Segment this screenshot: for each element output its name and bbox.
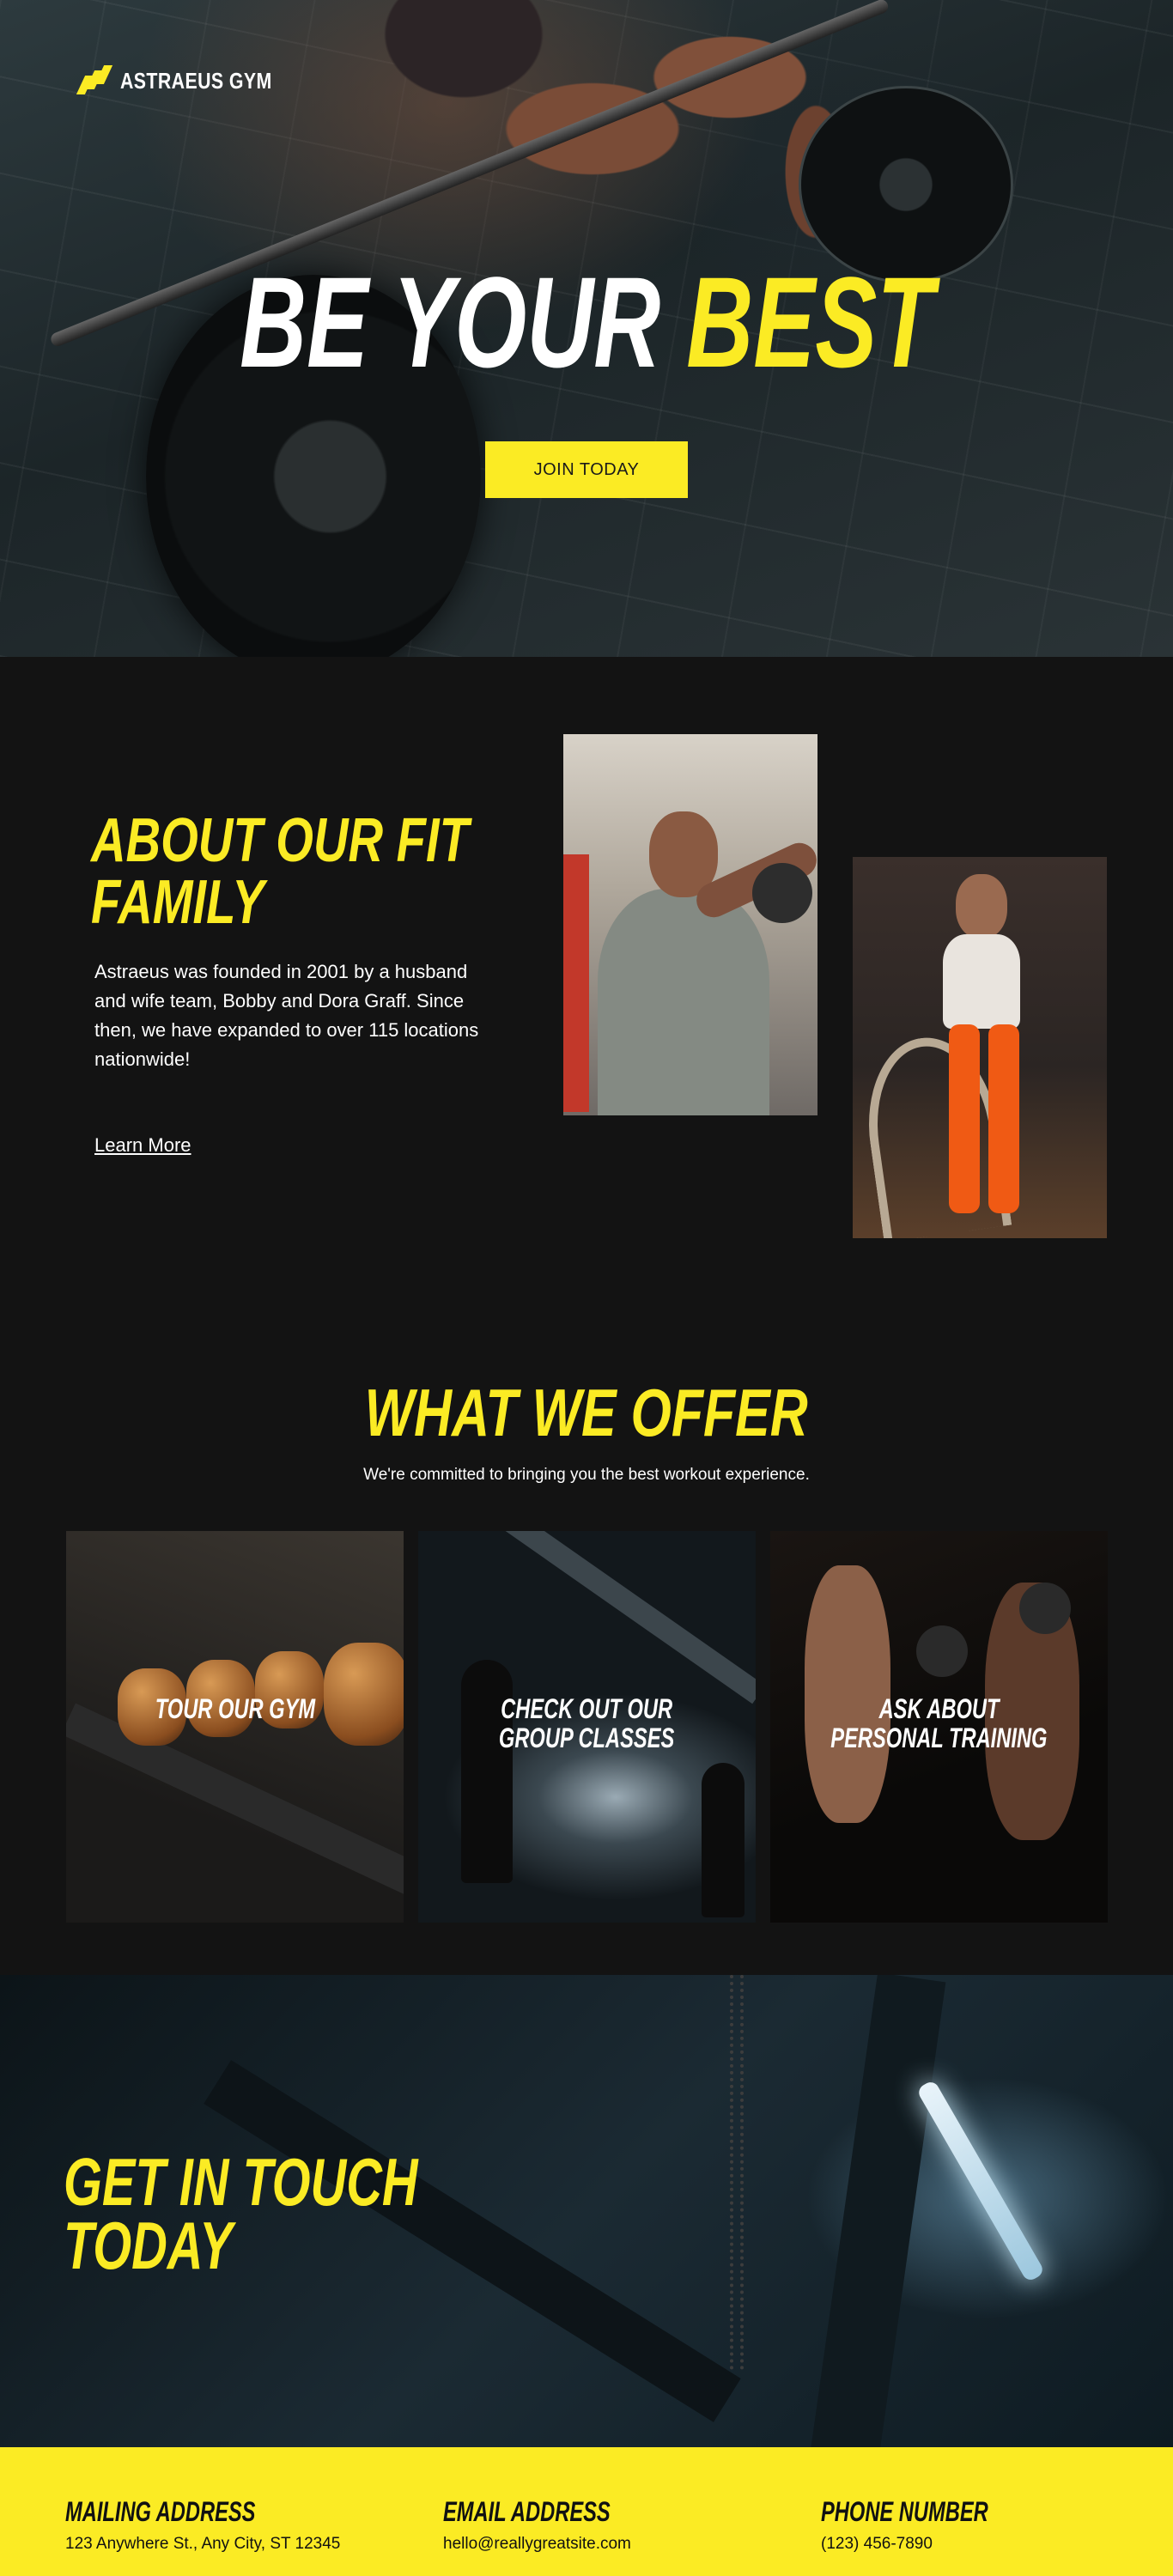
group-classes-label: CHECK OUT OUR GROUP CLASSES	[499, 1693, 675, 1753]
brand-name: ASTRAEUS GYM	[120, 67, 272, 94]
mailing-address-heading: MAILING ADDRESS	[65, 2496, 256, 2527]
about-section: ABOUT OUR FIT FAMILY Astraeus was founde…	[0, 657, 1173, 1327]
footer: MAILING ADDRESS 123 Anywhere St., Any Ci…	[0, 2447, 1173, 2576]
mailing-address-block: MAILING ADDRESS 123 Anywhere St., Any Ci…	[65, 2497, 340, 2554]
phone-number-block: PHONE NUMBER (123) 456-7890	[821, 2497, 1047, 2554]
email-address-value[interactable]: hello@reallygreatsite.com	[443, 2535, 669, 2554]
contact-title: GET IN TOUCH TODAY	[64, 2144, 543, 2283]
boxing-trainer-photo	[563, 734, 817, 1115]
offer-subtitle: We're committed to bringing you the best…	[363, 1466, 810, 1484]
learn-more-link[interactable]: Learn More	[94, 1134, 191, 1157]
about-title-line1: ABOUT OUR FIT	[91, 806, 469, 875]
hero-title-yellow: BEST	[686, 250, 934, 394]
personal-training-card[interactable]: ASK ABOUT PERSONAL TRAINING	[770, 1531, 1108, 1923]
tour-gym-label: TOUR OUR GYM	[155, 1693, 315, 1724]
join-today-button[interactable]: JOIN TODAY	[485, 441, 688, 498]
battle-ropes-photo	[853, 857, 1107, 1238]
offer-title: WHAT WE OFFER	[365, 1375, 808, 1450]
personal-training-label: ASK ABOUT PERSONAL TRAINING	[830, 1693, 1048, 1753]
brand-logo[interactable]: ASTRAEUS GYM	[76, 65, 305, 96]
phone-number-heading: PHONE NUMBER	[821, 2496, 988, 2527]
contact-title-line2: TODAY	[64, 2208, 233, 2283]
email-address-heading: EMAIL ADDRESS	[443, 2496, 611, 2527]
group-classes-card[interactable]: CHECK OUT OUR GROUP CLASSES	[418, 1531, 756, 1923]
offer-section: WHAT WE OFFER We're committed to bringin…	[0, 1327, 1173, 1975]
astraeus-logo-icon	[76, 65, 113, 96]
hero-title: BE YOUR BEST	[0, 258, 1173, 386]
about-description: Astraeus was founded in 2001 by a husban…	[94, 961, 479, 1070]
hero-title-white: BE YOUR	[239, 250, 661, 394]
tour-gym-card[interactable]: TOUR OUR GYM	[66, 1531, 404, 1923]
phone-number-value[interactable]: (123) 456-7890	[821, 2535, 1047, 2554]
contact-section: GET IN TOUCH TODAY	[0, 1975, 1173, 2447]
about-title: ABOUT OUR FIT FAMILY	[91, 810, 606, 933]
about-title-line2: FAMILY	[91, 868, 264, 937]
hero-section: ASTRAEUS GYM BE YOUR BEST JOIN TODAY	[0, 0, 1173, 657]
mailing-address-value: 123 Anywhere St., Any City, ST 12345	[65, 2535, 341, 2553]
contact-title-line1: GET IN TOUCH	[64, 2144, 418, 2220]
email-address-block: EMAIL ADDRESS hello@reallygreatsite.com	[443, 2497, 669, 2554]
